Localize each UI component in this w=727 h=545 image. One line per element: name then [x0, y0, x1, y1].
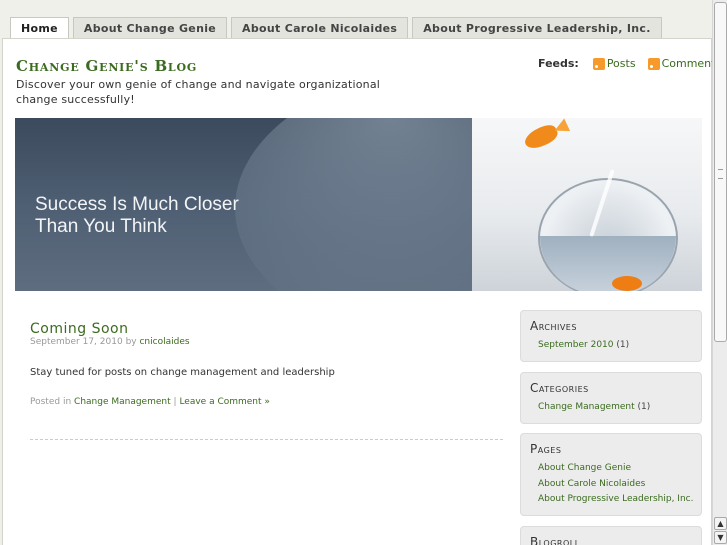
scrollbar-thumb[interactable] — [714, 2, 727, 342]
scrollbar-grip — [718, 169, 723, 179]
feed-posts-link[interactable]: Posts — [592, 57, 636, 70]
blogroll-title: Blogroll — [530, 535, 580, 545]
category-item-label: Change Management — [538, 402, 635, 412]
post-author[interactable]: cnicolaides — [139, 337, 189, 347]
tab-home[interactable]: Home — [10, 17, 69, 40]
tab-about-progressive-leadership[interactable]: About Progressive Leadership, Inc. — [412, 17, 662, 39]
categories-title: Categories — [530, 381, 589, 395]
archive-item-label: September 2010 — [538, 340, 614, 350]
page-container: Change Genie's Blog Discover your own ge… — [2, 38, 721, 545]
categories-widget: Categories Change Management (1) — [520, 372, 702, 424]
sidebar-page-about-carole-nicolaides[interactable]: About Carole Nicolaides — [538, 477, 701, 493]
blog-tagline: Discover your own genie of change and na… — [16, 78, 381, 106]
archives-widget: Archives September 2010 (1) — [520, 310, 702, 362]
rss-icon — [592, 57, 605, 70]
posted-in-label: Posted in — [30, 397, 72, 407]
blog-title[interactable]: Change Genie's Blog — [16, 57, 197, 75]
sidebar-page-about-progressive-leadership[interactable]: About Progressive Leadership, Inc. — [538, 492, 701, 508]
sidebar-page-about-change-genie[interactable]: About Change Genie — [538, 461, 701, 477]
feeds: Feeds: Posts Comments — [538, 57, 727, 70]
post-footer-separator: | — [173, 397, 177, 407]
rss-icon — [647, 57, 660, 70]
category-item[interactable]: Change Management (1) — [538, 400, 701, 416]
banner-slogan-line-2: Than You Think — [35, 216, 167, 237]
pages-widget: Pages About Change Genie About Carole Ni… — [520, 433, 702, 516]
jumping-goldfish — [521, 121, 561, 153]
goldfish-bowl-photo — [472, 118, 702, 291]
post-title[interactable]: Coming Soon — [30, 321, 128, 337]
pages-title: Pages — [530, 442, 562, 456]
post-body: Stay tuned for posts on change managemen… — [30, 367, 335, 378]
post-by: by — [125, 337, 137, 347]
archive-item-count: (1) — [616, 340, 630, 350]
feed-comments-link[interactable]: Comments — [647, 57, 721, 70]
archive-item[interactable]: September 2010 (1) — [538, 338, 701, 354]
blogroll-widget: Blogroll — [520, 526, 702, 545]
header-banner: Success Is Much Closer Than You Think — [15, 118, 702, 291]
tab-about-carole-nicolaides[interactable]: About Carole Nicolaides — [231, 17, 409, 39]
archives-title: Archives — [530, 319, 577, 333]
post-footer: Posted in Change Management | Leave a Co… — [30, 397, 270, 407]
post-category-link[interactable]: Change Management — [74, 397, 171, 407]
post-divider — [30, 439, 503, 440]
tab-about-change-genie[interactable]: About Change Genie — [72, 17, 228, 39]
top-navigation: Home About Change Genie About Carole Nic… — [10, 17, 662, 40]
leave-comment-link[interactable]: Leave a Comment » — [179, 397, 269, 407]
arrow-up-icon[interactable]: ▲ — [714, 517, 727, 530]
feeds-label: Feeds: — [538, 57, 579, 70]
post-date: September 17, 2010 — [30, 337, 123, 347]
banner-slogan: Success Is Much Closer Than You Think — [35, 194, 239, 238]
goldfish — [612, 276, 642, 291]
arrow-down-icon[interactable]: ▼ — [714, 531, 727, 544]
feed-posts-label: Posts — [606, 57, 636, 70]
banner-slogan-line-1: Success Is Much Closer — [35, 194, 239, 215]
category-item-count: (1) — [637, 402, 651, 412]
page-scrollbar[interactable]: ▲ ▼ — [712, 0, 727, 545]
post-meta: September 17, 2010 by cnicolaides — [30, 337, 190, 347]
